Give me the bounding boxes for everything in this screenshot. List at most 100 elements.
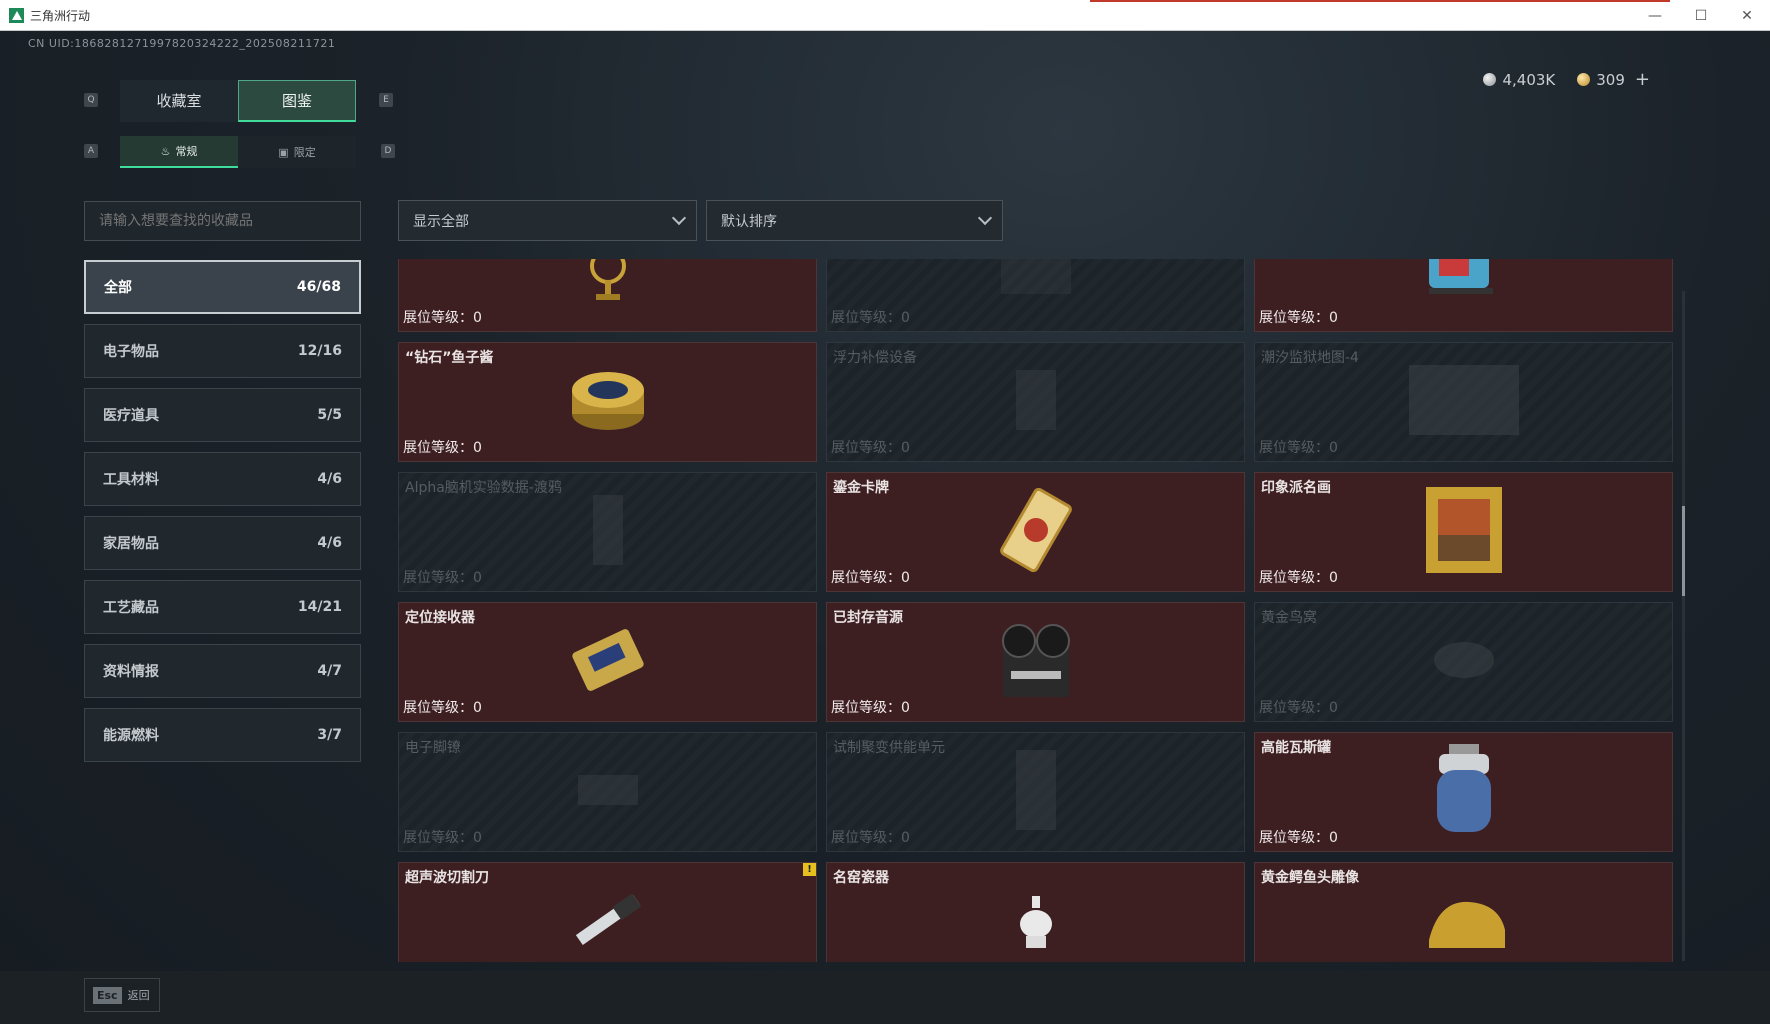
collectible-card[interactable]: “钻石”鱼子酱 展位等级：0 — [398, 342, 817, 462]
display-level: 展位等级：0 — [403, 437, 482, 457]
player-uid: CN UID:1868281271997820324222_2025082117… — [28, 37, 336, 50]
filter-value: 显示全部 — [413, 213, 469, 230]
display-level-value: 0 — [1329, 310, 1338, 326]
display-level: 展位等级：0 — [403, 697, 482, 717]
sub-tabs: ♨ 常规 ▣ 限定 — [120, 136, 356, 168]
display-level-label: 展位等级： — [403, 700, 473, 716]
tape-recorder-icon — [991, 615, 1081, 709]
key-hint-a: A — [84, 144, 98, 158]
category-count: 4/6 — [317, 471, 342, 487]
category-item[interactable]: 能源燃料 3/7 — [84, 708, 361, 762]
tab-limited-label: 限定 — [293, 146, 316, 159]
crocodile-head-icon — [1419, 890, 1509, 954]
collectible-name: 印象派名画 — [1261, 480, 1331, 496]
card-icon — [991, 485, 1081, 579]
category-label: 能源燃料 — [103, 728, 159, 744]
porcelain-icon — [1011, 890, 1061, 954]
caviar-tin-icon — [568, 364, 648, 440]
collectible-card[interactable]: 高能瓦斯罐 展位等级：0 — [1254, 732, 1673, 852]
collectible-card[interactable]: 潮汐监狱地图-4 展位等级：0 — [1254, 342, 1673, 462]
display-level-label: 展位等级： — [1259, 440, 1329, 456]
display-level-label: 展位等级： — [1259, 310, 1329, 326]
collectible-grid: 展位等级：0 展位等级：0 展位等级：0 “钻石”鱼子酱 展位等级：0 浮力补偿设备 展位等… — [398, 259, 1673, 962]
display-level-value: 0 — [1329, 570, 1338, 586]
currency-bar: 4,403K 309 + — [1483, 69, 1650, 90]
display-level-label: 展位等级： — [831, 570, 901, 586]
silver-currency: 4,403K — [1483, 71, 1555, 89]
picture-icon: ▣ — [278, 145, 289, 159]
collectible-card[interactable]: 试制聚变供能单元 展位等级：0 — [826, 732, 1245, 852]
collectible-card[interactable]: 超声波切割刀! — [398, 862, 817, 962]
category-item[interactable]: 工艺藏品 14/21 — [84, 580, 361, 634]
display-level-label: 展位等级： — [831, 310, 901, 326]
display-level-label: 展位等级： — [831, 830, 901, 846]
app-logo-icon — [9, 7, 24, 23]
display-level-label: 展位等级： — [831, 440, 901, 456]
category-item[interactable]: 资料情报 4/7 — [84, 644, 361, 698]
category-item[interactable]: 电子物品 12/16 — [84, 324, 361, 378]
filter-dropdown[interactable]: 显示全部 — [398, 200, 697, 241]
tab-regular[interactable]: ♨ 常规 — [120, 136, 238, 168]
display-level-label: 展位等级： — [1259, 570, 1329, 586]
category-item[interactable]: 家居物品 4/6 — [84, 516, 361, 570]
close-button[interactable]: ✕ — [1724, 0, 1770, 31]
collectible-card[interactable]: 已封存音源 展位等级：0 — [826, 602, 1245, 722]
collectible-card[interactable]: 展位等级：0 — [398, 259, 817, 332]
flame-icon: ♨ — [160, 144, 171, 158]
display-level: 展位等级：0 — [831, 567, 910, 587]
maximize-button[interactable]: ☐ — [1678, 0, 1724, 31]
collectible-card[interactable]: 黄金鳄鱼头雕像 — [1254, 862, 1673, 962]
key-hint-d: D — [381, 144, 395, 158]
armillary-sphere-icon — [578, 259, 638, 308]
esc-key-hint: Esc — [93, 986, 122, 1004]
display-level-label: 展位等级： — [1259, 700, 1329, 716]
collectible-card[interactable]: 黄金鸟窝 展位等级：0 — [1254, 602, 1673, 722]
collectible-card[interactable]: 浮力补偿设备 展位等级：0 — [826, 342, 1245, 462]
display-level-label: 展位等级： — [1259, 830, 1329, 846]
collectible-name: 潮汐监狱地图-4 — [1261, 350, 1359, 366]
silver-amount: 4,403K — [1502, 70, 1556, 89]
window-controls: — ☐ ✕ — [1632, 0, 1770, 31]
category-count: 4/7 — [317, 663, 342, 679]
category-label: 家居物品 — [103, 536, 159, 552]
collectible-name: 电子脚镣 — [405, 740, 461, 756]
collectible-name: 定位接收器 — [405, 610, 475, 626]
collectible-name: 黄金鳄鱼头雕像 — [1261, 870, 1359, 886]
cutter-icon — [563, 890, 653, 954]
main-tabs: 收藏室 图鉴 — [120, 80, 356, 122]
collectible-card[interactable]: 名窑瓷器 — [826, 862, 1245, 962]
collectible-card[interactable]: 展位等级：0 — [826, 259, 1245, 332]
search-input[interactable] — [84, 201, 361, 241]
game-viewport: CN UID:1868281271997820324222_2025082117… — [0, 31, 1770, 1024]
collectible-card[interactable]: 电子脚镣展位等级：0 — [398, 732, 817, 852]
collectible-card[interactable]: 定位接收器展位等级：0 — [398, 602, 817, 722]
tab-catalog[interactable]: 图鉴 — [238, 80, 356, 122]
minimize-button[interactable]: — — [1632, 0, 1678, 31]
category-item[interactable]: 医疗道具 5/5 — [84, 388, 361, 442]
display-level: 展位等级：0 — [403, 827, 482, 847]
collectible-card[interactable]: 鎏金卡牌 展位等级：0 — [826, 472, 1245, 592]
collectible-card[interactable]: Alpha脑机实验数据-渡鸦 展位等级：0 — [398, 472, 817, 592]
category-count: 12/16 — [297, 343, 342, 359]
collectible-grid-viewport[interactable]: 展位等级：0 展位等级：0 展位等级：0 “钻石”鱼子酱 展位等级：0 浮力补偿设备 展位等… — [398, 259, 1674, 962]
back-button[interactable]: Esc 返回 — [84, 978, 160, 1012]
tab-limited[interactable]: ▣ 限定 — [238, 136, 356, 168]
display-level-value: 0 — [901, 830, 910, 846]
category-item[interactable]: 全部 46/68 — [84, 260, 361, 314]
display-level: 展位等级：0 — [1259, 567, 1338, 587]
drive-icon — [578, 490, 638, 574]
grid-scrollbar[interactable] — [1682, 291, 1685, 961]
back-label: 返回 — [127, 989, 150, 1002]
collectible-card[interactable]: 印象派名画展位等级：0 — [1254, 472, 1673, 592]
category-item[interactable]: 工具材料 4/6 — [84, 452, 361, 506]
collectible-card[interactable]: 展位等级：0 — [1254, 259, 1673, 332]
sort-dropdown[interactable]: 默认排序 — [706, 200, 1003, 241]
tab-regular-label: 常规 — [175, 145, 198, 158]
add-currency-button[interactable]: + — [1635, 69, 1650, 90]
category-label: 电子物品 — [103, 344, 159, 360]
gas-canister-icon — [1429, 740, 1499, 844]
grid-scrollbar-thumb[interactable] — [1682, 506, 1685, 596]
display-level: 展位等级：0 — [1259, 437, 1338, 457]
tab-collection-room[interactable]: 收藏室 — [120, 80, 238, 122]
category-list: 全部 46/68 电子物品 12/16 医疗道具 5/5 工具材料 4/6 家居物品 4/6 工艺藏… — [84, 260, 361, 772]
